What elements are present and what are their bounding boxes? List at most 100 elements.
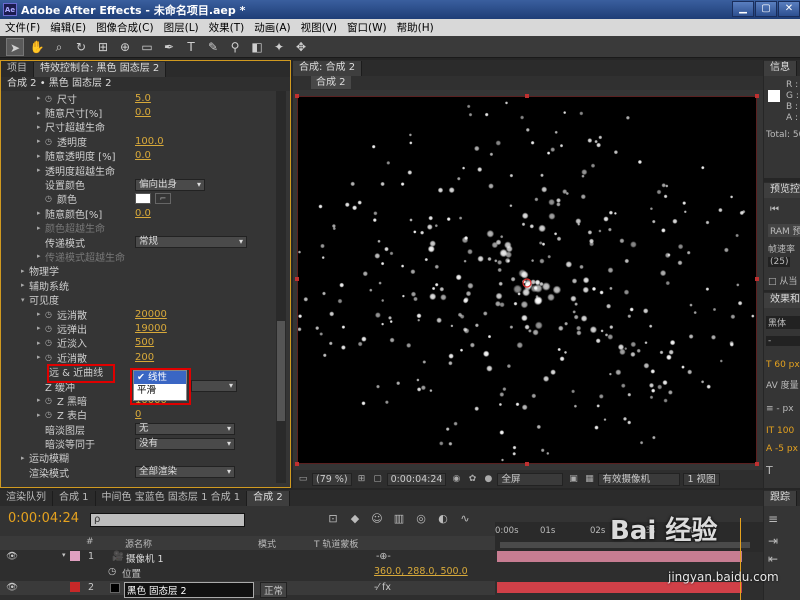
shy-layers-icon[interactable]: ☺ xyxy=(369,512,385,526)
tab-info[interactable]: 信息 xyxy=(764,61,797,76)
expand-triangle-icon[interactable]: ▸ xyxy=(37,137,45,145)
stopwatch-icon[interactable]: ◷ xyxy=(45,338,57,347)
expand-triangle-icon[interactable]: ▸ xyxy=(37,411,45,419)
expand-triangle-icon[interactable]: ▸ xyxy=(37,396,45,404)
stopwatch-icon[interactable]: ◷ xyxy=(45,353,57,362)
tab-comp-2[interactable]: 合成 2 xyxy=(247,491,290,506)
tab-preview[interactable]: 预览控 xyxy=(764,183,800,198)
expand-triangle-icon[interactable]: ▾ xyxy=(62,551,66,559)
stopwatch-icon[interactable]: ◷ xyxy=(45,396,57,405)
effect-property-row[interactable]: 暗淡图层 无 xyxy=(1,422,277,437)
vertical-scale-field[interactable]: IT 100 xyxy=(766,426,794,436)
label-color-swatch[interactable] xyxy=(70,551,80,561)
property-value[interactable]: 0.0 xyxy=(135,150,151,161)
handle-left[interactable] xyxy=(295,277,299,281)
stopwatch-icon[interactable]: ◷ xyxy=(45,324,57,333)
effect-property-row[interactable]: ▸ ◷ 尺寸 5.0 xyxy=(1,91,277,106)
handle-right[interactable] xyxy=(755,277,759,281)
effect-property-row[interactable]: ◷ 颜色 ⌐ xyxy=(1,192,277,206)
frame-rate-select[interactable]: (25) xyxy=(768,257,791,267)
composition-viewer[interactable] xyxy=(295,94,759,466)
menu-composition[interactable]: 图像合成(C) xyxy=(91,20,159,35)
font-size-field[interactable]: T 60 px xyxy=(766,360,800,370)
property-value[interactable]: 0.0 xyxy=(135,107,151,118)
kerning-field[interactable]: AV 度量 xyxy=(766,378,799,391)
expand-triangle-icon[interactable]: ▸ xyxy=(37,339,45,347)
draft-3d-icon[interactable]: ◆ xyxy=(347,512,363,526)
handle-bottom-right[interactable] xyxy=(755,462,759,466)
close-button[interactable]: ✕ xyxy=(778,1,800,17)
property-row-position[interactable]: ◷ 位置 360.0, 288.0, 500.0 xyxy=(0,565,495,580)
effect-property-row[interactable]: ▸ ◷ 远消散 20000 xyxy=(1,307,277,322)
blend-mode-select[interactable]: 正常 xyxy=(260,582,288,598)
current-time-indicator[interactable] xyxy=(740,518,741,600)
property-value[interactable]: 500 xyxy=(135,337,154,348)
tab-effects-presets[interactable]: 效果和 xyxy=(764,293,800,308)
pen-icon[interactable]: ✒ xyxy=(160,38,178,56)
ram-preview-label[interactable]: RAM 预 xyxy=(768,224,800,237)
grid-icon[interactable]: ⊞ xyxy=(356,473,368,485)
text-icon[interactable]: T xyxy=(182,38,200,56)
region-of-interest-icon[interactable]: ▣ xyxy=(567,473,579,485)
camera-icon[interactable]: ⊞ xyxy=(94,38,112,56)
label-color-swatch[interactable] xyxy=(70,582,80,592)
font-style-select[interactable]: - xyxy=(766,336,800,346)
effect-property-row[interactable]: ▸ 随意透明度 [%] 0.0 xyxy=(1,149,277,163)
expand-triangle-icon[interactable]: ▸ xyxy=(37,109,45,117)
tab-project[interactable]: 项目 xyxy=(1,62,34,77)
layer-name-edit[interactable]: 黑色 固态层 2 xyxy=(124,582,254,598)
menu-layer[interactable]: 图层(L) xyxy=(159,20,204,35)
effect-property-row[interactable]: ▸ ◷ 近消散 200 xyxy=(1,350,277,365)
layer-row-solid[interactable]: 👁 2 黑色 固态层 2 正常 -⁄ fx xyxy=(0,581,495,598)
stopwatch-icon[interactable]: ◷ xyxy=(45,94,57,103)
expand-triangle-icon[interactable]: ▸ xyxy=(21,454,29,462)
snapshot-icon[interactable]: ◉ xyxy=(450,473,462,485)
effect-property-row[interactable]: ▸ 物理学 xyxy=(1,264,277,279)
tab-solid-comp-1[interactable]: 中间色 宝蓝色 固态层 1 合成 1 xyxy=(96,491,248,506)
effect-property-row[interactable]: ▸ 颜色超越生命 xyxy=(1,221,277,236)
color-channel-icon[interactable]: ● xyxy=(482,473,494,485)
hand-icon[interactable]: ✋ xyxy=(28,38,46,56)
expand-triangle-icon[interactable]: ▸ xyxy=(37,224,45,232)
effect-property-row[interactable]: ▸ 传递模式超越生命 xyxy=(1,249,277,264)
font-family-select[interactable]: 黑体 xyxy=(766,316,800,329)
property-value[interactable]: 5.0 xyxy=(135,93,151,104)
stopwatch-icon[interactable]: ◷ xyxy=(108,566,116,577)
layer-name[interactable]: 摄像机 1 xyxy=(126,551,164,565)
property-value[interactable]: 20000 xyxy=(135,309,167,320)
comp-mini-flowchart-icon[interactable]: ⊡ xyxy=(325,512,341,526)
handle-top[interactable] xyxy=(525,94,529,98)
eraser-icon[interactable]: ◧ xyxy=(248,38,266,56)
timeline-search-input[interactable]: ρ xyxy=(90,513,245,527)
tab-render-queue[interactable]: 渲染队列 xyxy=(0,491,53,506)
effect-property-row[interactable]: ▸ 透明度超越生命 xyxy=(1,163,277,178)
stopwatch-icon[interactable]: ◷ xyxy=(45,310,57,319)
property-dropdown[interactable]: 没有 xyxy=(135,437,235,450)
menu-help[interactable]: 帮助(H) xyxy=(392,20,439,35)
layer-row-camera[interactable]: 👁 ▾ 1 🎥 摄像机 1 -⊕- xyxy=(0,550,495,565)
effect-property-row[interactable]: 传递模式 常规 xyxy=(1,235,277,250)
eyedropper-icon[interactable]: ⌐ xyxy=(155,192,171,204)
expand-triangle-icon[interactable]: ▸ xyxy=(21,267,29,275)
property-value[interactable]: 19000 xyxy=(135,323,167,334)
property-value[interactable]: 0.0 xyxy=(135,208,151,219)
effect-property-row[interactable]: ▸ ◷ 透明度 100.0 xyxy=(1,134,277,149)
handle-top-left[interactable] xyxy=(295,94,299,98)
position-value[interactable]: 360.0, 288.0, 500.0 xyxy=(374,566,468,577)
view-layout-select[interactable]: 1 视图 xyxy=(683,472,720,486)
property-dropdown[interactable]: 常规 xyxy=(135,236,247,249)
expand-triangle-icon[interactable]: ▸ xyxy=(37,324,45,332)
maximize-button[interactable]: ▢ xyxy=(755,1,777,17)
menu-animation[interactable]: 动画(A) xyxy=(249,20,295,35)
eye-icon[interactable]: 👁 xyxy=(6,551,18,562)
graph-editor-icon[interactable]: ∿ xyxy=(457,512,473,526)
scrollbar-thumb[interactable] xyxy=(277,321,285,421)
expand-triangle-icon[interactable]: ▸ xyxy=(37,209,45,217)
brainstorm-icon[interactable]: ◐ xyxy=(435,512,451,526)
expand-triangle-icon[interactable]: ▸ xyxy=(37,252,45,260)
effect-property-row[interactable]: ▸ 辅助系统 xyxy=(1,278,277,293)
magnification-select[interactable]: (79 %) xyxy=(312,472,352,486)
rotate-icon[interactable]: ↻ xyxy=(72,38,90,56)
menu-effect[interactable]: 效果(T) xyxy=(204,20,250,35)
expand-triangle-icon[interactable]: ▸ xyxy=(37,123,45,131)
